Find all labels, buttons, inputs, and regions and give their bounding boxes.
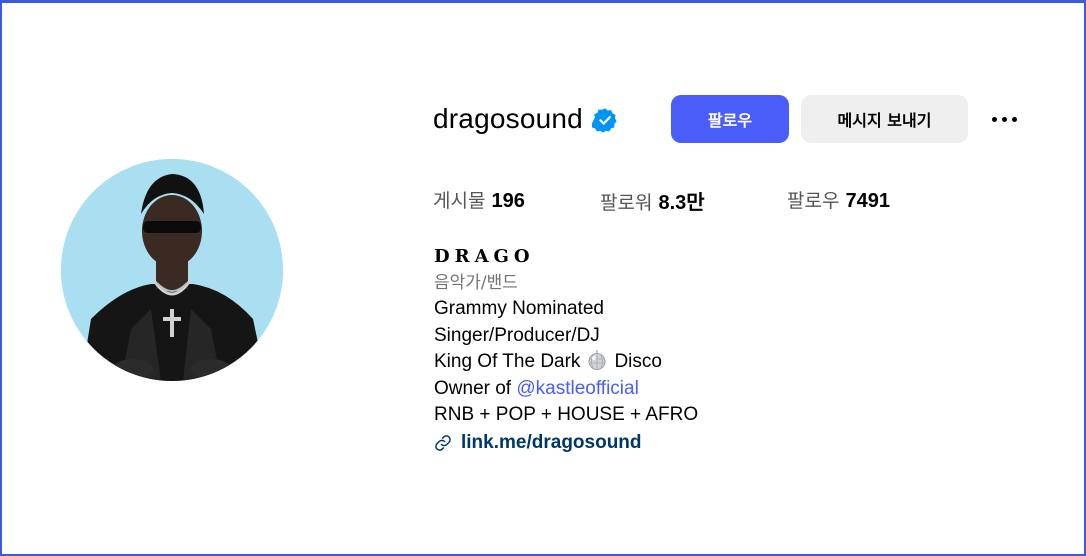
following-label: 팔로우 <box>787 190 840 212</box>
bio-text: Disco <box>614 351 662 372</box>
username: dragosound <box>433 103 583 134</box>
following-value: 7491 <box>845 190 890 212</box>
bio-line: Grammy Nominated <box>434 298 604 319</box>
external-link[interactable]: link.me/dragosound <box>461 429 642 457</box>
bio-line: RNB + POP + HOUSE + AFRO <box>434 404 699 425</box>
mention-link[interactable]: @kastleofficial <box>516 378 638 399</box>
message-button[interactable]: 메시지 보내기 <box>801 95 968 143</box>
category-label: 음악가/밴드 <box>434 273 518 293</box>
followers-value: 8.3만 <box>658 192 705 214</box>
followers-count[interactable]: 팔로워 8.3만 <box>600 186 705 215</box>
mirror-ball-icon <box>588 350 606 379</box>
link-icon <box>434 434 452 452</box>
profile-stats: 게시물 196 팔로워 8.3만 팔로우 7491 <box>0 186 1086 216</box>
dot <box>1001 116 1007 122</box>
dot <box>991 116 997 122</box>
bio-line-disco: King Of The Dark Disco <box>434 349 994 376</box>
profile-bio: 𝐃𝐑𝐀𝐆𝐎 음악가/밴드 Grammy Nominated Singer/Pro… <box>434 244 994 457</box>
bio-text: King Of The Dark <box>434 351 581 372</box>
following-count[interactable]: 팔로우 7491 <box>787 186 890 213</box>
posts-count: 게시물 196 <box>433 186 525 213</box>
verified-badge-icon <box>591 107 618 133</box>
posts-label: 게시물 <box>433 190 486 212</box>
bio-line: Singer/Producer/DJ <box>434 324 600 346</box>
follow-button[interactable]: 팔로우 <box>671 95 789 143</box>
bio-line-owner: Owner of @kastleofficial <box>434 376 994 403</box>
display-name: 𝐃𝐑𝐀𝐆𝐎 <box>434 246 535 267</box>
profile-header: dragosound <box>433 95 618 143</box>
more-options-icon[interactable] <box>986 104 1022 134</box>
bio-text: Owner of <box>434 377 517 399</box>
followers-label: 팔로워 <box>600 192 653 214</box>
bio-link-row: link.me/dragosound <box>434 429 994 457</box>
dot <box>1011 116 1017 122</box>
posts-value: 196 <box>491 190 525 212</box>
